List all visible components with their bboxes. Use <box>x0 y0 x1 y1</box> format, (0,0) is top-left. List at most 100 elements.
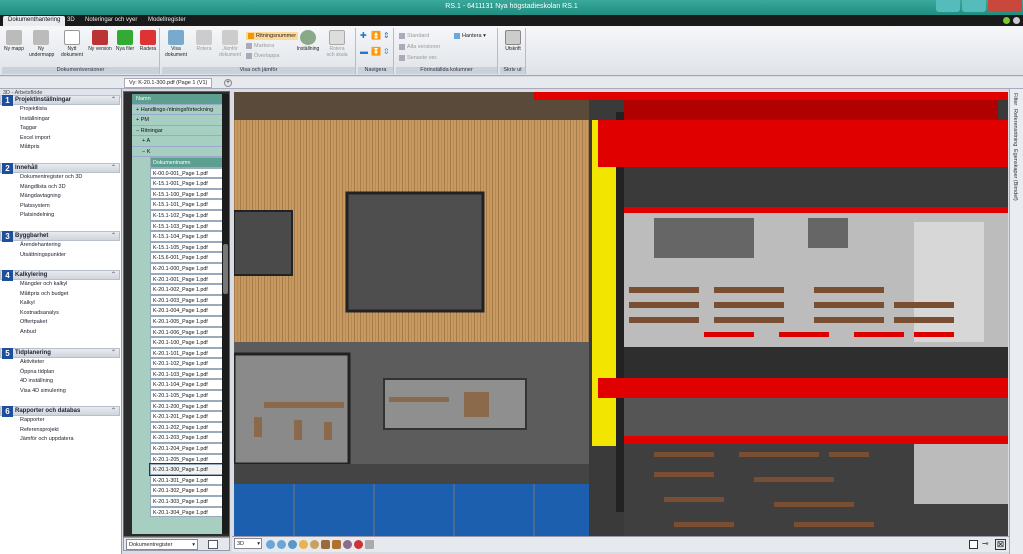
markings-button[interactable]: Ritningsnummer <box>246 32 299 40</box>
settings-button[interactable]: Inställning <box>296 30 320 66</box>
collapse-icon[interactable]: ⌃ <box>111 349 116 358</box>
latest-version-button[interactable]: Senaste ver. <box>399 54 438 62</box>
file-row[interactable]: K-20.1-100_Page 1.pdf <box>150 337 224 348</box>
options-icon[interactable] <box>1013 17 1020 24</box>
tab-3d[interactable]: 3D <box>62 16 80 26</box>
new-subfolder-button[interactable]: Ny undermapp <box>29 30 54 66</box>
scroll-thumb[interactable] <box>223 244 228 294</box>
section-icon[interactable] <box>332 540 341 549</box>
properties-tab[interactable]: Egenskaper (Bimdef) <box>1012 149 1018 201</box>
sidebar-item-kalkyl[interactable]: Kalkyl <box>0 299 120 309</box>
tree-node[interactable]: − Ritningar <box>132 126 224 136</box>
file-row[interactable]: K-20.1-006_Page 1.pdf <box>150 326 224 338</box>
3d-viewport[interactable] <box>234 92 1008 536</box>
tree-node[interactable]: + PM <box>132 115 224 126</box>
sidebar-item-mattpris[interactable]: Måttpris <box>0 143 120 153</box>
collapse-icon[interactable]: ⌃ <box>111 232 116 241</box>
file-row[interactable]: K-20.1-300_Page 1.pdf <box>149 463 224 476</box>
zoom-in-icon[interactable] <box>266 540 275 549</box>
tab-modellregister[interactable]: Modellregister <box>143 16 191 26</box>
help-icon[interactable] <box>1003 17 1010 24</box>
file-row[interactable]: K-20.1-002_Page 1.pdf <box>150 284 224 295</box>
add-tab-icon[interactable]: + <box>224 79 232 87</box>
tab-dokumenthantering[interactable]: Dokumenthantering <box>3 16 66 26</box>
sidebar-item-installningar[interactable]: Inställningar <box>0 115 120 125</box>
file-row[interactable]: K-20.1-202_Page 1.pdf <box>150 421 224 433</box>
file-row[interactable]: K-20.1-005_Page 1.pdf <box>150 315 224 327</box>
marker-icon[interactable] <box>354 540 363 549</box>
file-row[interactable]: K-20.1-203_Page 1.pdf <box>150 432 224 444</box>
file-row[interactable]: K-20.1-103_Page 1.pdf <box>150 368 224 380</box>
section-header[interactable]: 6 Rapporter och databas ⌃ <box>0 406 120 417</box>
register-select[interactable]: Dokumentregister ▾ <box>126 539 198 550</box>
tree-scrollbar[interactable] <box>222 94 229 534</box>
collapse-icon[interactable]: ⇳ <box>383 47 392 61</box>
all-versions-button[interactable]: Alla versioner <box>399 43 440 51</box>
manage-dropdown[interactable]: Hantera ▾ <box>454 32 486 40</box>
file-row[interactable]: K-20.1-004_Page 1.pdf <box>150 305 224 316</box>
sidebar-item-oppna-tidplan[interactable]: Öppna tidplan <box>0 368 120 378</box>
overlap-button[interactable]: Överlappa <box>246 52 279 60</box>
new-files-button[interactable]: Nya filer <box>113 30 137 66</box>
rotate-view-icon[interactable] <box>310 540 319 549</box>
file-row[interactable]: K-15.1-100_Page 1.pdf <box>150 188 224 200</box>
sidebar-item-platsindelning[interactable]: Platsindelning <box>0 211 120 221</box>
maximize-button[interactable] <box>962 0 986 12</box>
new-folder-button[interactable]: Ny mapp <box>2 30 26 66</box>
sidebar-item-4d-simulering[interactable]: Visa 4D simulering <box>0 387 120 397</box>
file-row[interactable]: K-20.1-201_Page 1.pdf <box>150 411 224 422</box>
sidebar-item-rapporter[interactable]: Rapporter <box>0 416 120 426</box>
reference-drawing-tab[interactable]: Referensritning <box>1012 109 1018 146</box>
sidebar-item-anbud[interactable]: Anbud <box>0 328 120 338</box>
settings-view-icon[interactable] <box>343 540 352 549</box>
print-button[interactable]: Utskrift <box>501 30 525 66</box>
file-row[interactable]: K-00.0-001_Page 1.pdf <box>150 167 224 179</box>
double-up-icon[interactable]: ⏫ <box>371 31 381 45</box>
file-row[interactable]: K-20.1-101_Page 1.pdf <box>150 347 224 359</box>
document-tab[interactable]: Vy: K-20.1-300.pdf (Page 1 (V1) <box>124 78 213 88</box>
measure-icon[interactable] <box>321 540 330 549</box>
file-row[interactable]: K-20.1-001_Page 1.pdf <box>150 273 224 285</box>
sidebar-item-aktiviteter[interactable]: Aktiviteter <box>0 358 120 368</box>
file-row[interactable]: K-20.1-000_Page 1.pdf <box>150 262 224 274</box>
sidebar-item-mattpris-budget[interactable]: Måttpris och budget <box>0 290 120 300</box>
collapse-icon[interactable]: ⌃ <box>111 271 116 280</box>
file-row[interactable]: K-20.1-301_Page 1.pdf <box>150 474 224 486</box>
file-row[interactable]: K-15.1-103_Page 1.pdf <box>150 220 224 232</box>
file-row[interactable]: K-15.1-101_Page 1.pdf <box>150 199 224 210</box>
new-document-button[interactable]: Nytt dokument <box>60 30 84 66</box>
view-mode-select[interactable]: 3D ▾ <box>234 538 262 549</box>
sidebar-item-mangder-kalkyl[interactable]: Mängder och kalkyl <box>0 280 120 290</box>
file-row[interactable]: K-20.1-204_Page 1.pdf <box>150 443 224 454</box>
sidebar-item-4d-installning[interactable]: 4D inställning <box>0 377 120 387</box>
file-row[interactable]: K-20.1-304_Page 1.pdf <box>150 506 224 518</box>
sidebar-item-kostnadsanalys[interactable]: Kostnadsanalys <box>0 309 120 319</box>
file-row[interactable]: K-15.6-001_Page 1.pdf <box>150 252 224 263</box>
collapse-icon[interactable]: ⌃ <box>111 164 116 173</box>
file-row[interactable]: K-20.1-205_Page 1.pdf <box>150 453 224 465</box>
sidebar-item-referensprojekt[interactable]: Referensprojekt <box>0 426 120 436</box>
window-restore-icon[interactable] <box>969 540 978 549</box>
collapse-icon[interactable]: ⌃ <box>111 407 116 416</box>
sidebar-item-arendehantering[interactable]: Ärendehantering <box>0 241 120 251</box>
filter-tab[interactable]: Filter <box>1012 93 1018 105</box>
tree-column-header[interactable]: Namn <box>132 94 224 105</box>
show-document-button[interactable]: Visa dokument <box>164 30 188 66</box>
file-row[interactable]: K-20.1-302_Page 1.pdf <box>150 485 224 496</box>
close-button[interactable] <box>988 0 1022 12</box>
file-row[interactable]: K-20.1-003_Page 1.pdf <box>150 294 224 306</box>
compare-button[interactable]: Jämför dokument <box>218 30 242 66</box>
sidebar-item-utsattningspunkter[interactable]: Utsättningspunkter <box>0 251 120 261</box>
minus-icon[interactable]: ▬ <box>360 47 369 61</box>
file-row[interactable]: K-15.1-102_Page 1.pdf <box>150 209 224 221</box>
panel-icon[interactable] <box>208 540 218 549</box>
tab-noteringar[interactable]: Noteringar och vyer <box>80 16 142 26</box>
sidebar-item-mangdavtagning[interactable]: Mängdavtagning <box>0 192 120 202</box>
file-row[interactable]: K-20.1-200_Page 1.pdf <box>150 400 224 412</box>
mark-button[interactable]: Markera <box>246 42 274 50</box>
tree-node[interactable]: + Handlings-/ritningsförteckning <box>132 105 224 115</box>
file-row[interactable]: K-20.1-303_Page 1.pdf <box>150 496 224 507</box>
sidebar-item-offertpaket[interactable]: Offertpaket <box>0 318 120 328</box>
file-row[interactable]: K-20.1-102_Page 1.pdf <box>150 358 224 369</box>
draw-icon[interactable] <box>365 540 374 549</box>
